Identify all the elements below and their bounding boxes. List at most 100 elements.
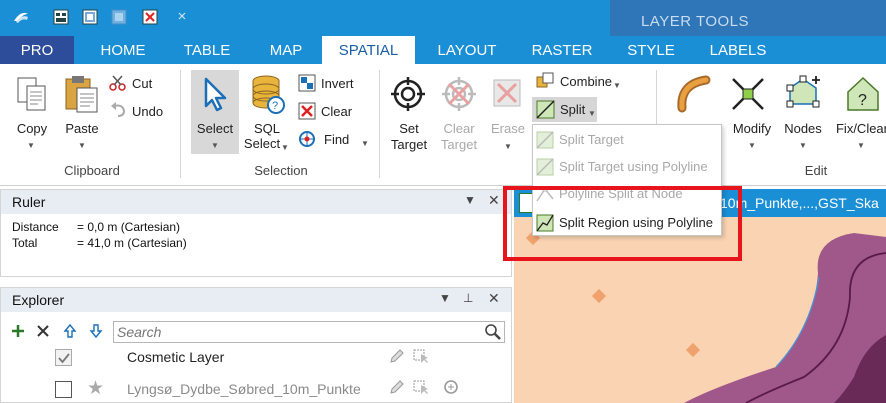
undo-button[interactable]: Undo: [132, 104, 163, 119]
find-button[interactable]: Find: [324, 132, 349, 147]
svg-text:?: ?: [858, 92, 867, 109]
tab-layout[interactable]: LAYOUT: [426, 36, 508, 64]
pencil-icon[interactable]: [389, 348, 405, 364]
fix-clear-caret[interactable]: ▼: [856, 136, 866, 151]
highlight-annotation-box: [503, 186, 742, 261]
save-icon[interactable]: [141, 8, 159, 26]
distance-value: = 0,0 m (Cartesian): [77, 220, 181, 234]
combine-button[interactable]: Combine: [560, 74, 612, 89]
split-caret[interactable]: ▼: [588, 104, 596, 119]
sql-select-line1[interactable]: SQL: [243, 121, 291, 136]
clear-button[interactable]: Clear: [321, 104, 352, 119]
nodes-icon: [786, 75, 820, 108]
set-target-icon: [391, 77, 425, 111]
nodes-caret[interactable]: ▼: [798, 136, 808, 151]
modify-button[interactable]: Modify: [726, 121, 778, 136]
app-menu-icon[interactable]: [12, 8, 30, 26]
close-icon[interactable]: ✕: [488, 192, 500, 209]
layer-visibility-checkbox[interactable]: [55, 349, 72, 366]
clear-target-line2[interactable]: Target: [436, 137, 482, 152]
tab-pro[interactable]: PRO: [0, 36, 74, 64]
search-icon[interactable]: [484, 323, 502, 341]
total-value: = 41,0 m (Cartesian): [77, 236, 187, 250]
layer-name-lyngso[interactable]: Lyngsø_Dydbe_Søbred_10m_Punkte: [127, 381, 361, 397]
menu-item-label: Split Target using Polyline: [559, 159, 708, 174]
tab-style[interactable]: STYLE: [618, 36, 684, 64]
erase-button[interactable]: Erase: [486, 121, 530, 136]
split-icon: [536, 131, 554, 149]
tab-map[interactable]: MAP: [256, 36, 316, 64]
paste-button[interactable]: Paste: [58, 121, 106, 136]
invert-selection-icon: [298, 74, 316, 92]
fix-clear-icon: ?: [847, 76, 879, 111]
combine-icon: [536, 72, 554, 88]
map-title: 10m_Punkte,...,GST_Ska: [720, 195, 879, 211]
total-label: Total: [12, 236, 38, 250]
clipboard-group-label: Clipboard: [64, 163, 120, 178]
selectable-icon[interactable]: [413, 348, 431, 364]
layer-visibility-checkbox[interactable]: [55, 381, 72, 398]
explorer-header: Explorer ▼ ⊥ ✕: [1, 288, 511, 312]
set-target-line1[interactable]: Set: [386, 121, 432, 136]
paste-caret[interactable]: ▼: [77, 136, 87, 151]
tab-spatial[interactable]: SPATIAL: [322, 36, 415, 66]
star-icon[interactable]: ★: [87, 377, 104, 400]
close-icon[interactable]: ✕: [488, 290, 500, 307]
cut-button[interactable]: Cut: [132, 76, 152, 91]
chevron-down-icon[interactable]: ▼: [439, 291, 451, 305]
zoom-layer-icon[interactable]: [442, 378, 460, 396]
ribbon-separator: [379, 70, 380, 178]
menu-item-split-target[interactable]: Split Target: [533, 126, 721, 153]
invert-button[interactable]: Invert: [321, 76, 354, 91]
combine-caret[interactable]: ▼: [613, 76, 621, 91]
set-target-line2[interactable]: Target: [386, 137, 432, 152]
tab-home[interactable]: HOME: [88, 36, 158, 64]
layer-name-cosmetic[interactable]: Cosmetic Layer: [127, 349, 224, 365]
open-workspace-icon[interactable]: [81, 8, 99, 26]
nodes-button[interactable]: Nodes: [780, 121, 826, 136]
sql-select-caret[interactable]: ▼: [280, 138, 290, 153]
select-label: Select: [196, 121, 234, 136]
remove-layer-icon[interactable]: [35, 323, 51, 339]
select-caret[interactable]: ▼: [210, 136, 220, 151]
layer-tools-label: LAYER TOOLS: [640, 13, 750, 30]
move-down-icon[interactable]: [88, 323, 104, 339]
copy-button[interactable]: Copy: [6, 121, 58, 136]
scissors-icon: [109, 75, 126, 91]
pencil-icon[interactable]: [389, 379, 405, 395]
split-label: Split: [560, 102, 586, 117]
add-layer-icon[interactable]: [10, 323, 26, 339]
erase-caret[interactable]: ▼: [503, 137, 513, 152]
find-icon: [299, 131, 315, 147]
selectable-icon[interactable]: [413, 379, 431, 395]
customize-chevron-icon[interactable]: [176, 10, 188, 22]
copy-caret[interactable]: ▼: [26, 136, 36, 151]
menu-item-split-target-polyline[interactable]: Split Target using Polyline: [533, 153, 721, 180]
ribbon-tab-row: PRO HOME TABLE MAP SPATIAL LAYOUT RASTER…: [0, 36, 886, 66]
checkmark-icon: [58, 353, 70, 364]
clear-target-line1[interactable]: Clear: [436, 121, 482, 136]
tab-raster[interactable]: RASTER: [522, 36, 602, 64]
clear-selection-icon: [298, 102, 316, 120]
find-caret[interactable]: ▼: [361, 134, 369, 149]
fix-clear-button[interactable]: Fix/Clear: [832, 121, 886, 136]
move-up-icon[interactable]: [62, 323, 78, 339]
sql-select-line2[interactable]: Select: [243, 136, 281, 151]
new-workspace-icon[interactable]: [52, 8, 70, 26]
pin-icon[interactable]: ⊥: [463, 291, 473, 305]
tab-table[interactable]: TABLE: [172, 36, 242, 64]
menu-item-label: Split Target: [559, 132, 624, 147]
ribbon-separator: [180, 70, 181, 178]
modify-caret[interactable]: ▼: [747, 136, 757, 151]
chevron-down-icon[interactable]: ▼: [464, 193, 476, 207]
tab-labels[interactable]: LABELS: [702, 36, 774, 64]
search-input[interactable]: [117, 324, 477, 340]
ruler-panel: Ruler ▼ ✕ Distance = 0,0 m (Cartesian) T…: [0, 189, 512, 277]
explorer-panel: Explorer ▼ ⊥ ✕ Cosmetic Layer ★ Lyngsø_D…: [0, 287, 512, 403]
reshape-icon: [677, 75, 711, 113]
search-box: [113, 321, 505, 343]
ruler-header: Ruler ▼ ✕: [1, 190, 511, 214]
close-workspace-icon: [111, 9, 127, 25]
paste-icon: [65, 76, 98, 113]
split-polyline-icon: [536, 158, 554, 176]
